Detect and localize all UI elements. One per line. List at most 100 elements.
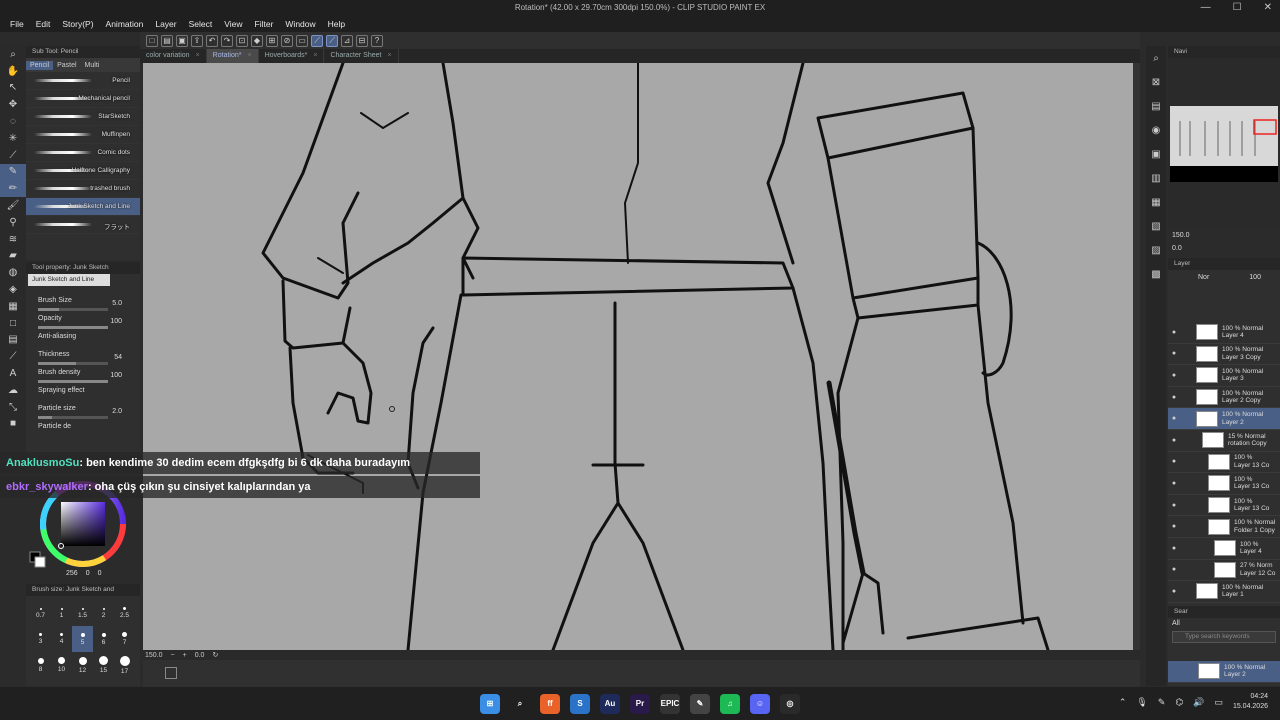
storage-icon[interactable]: S	[570, 693, 590, 714]
brush-size-preset[interactable]: 6	[93, 626, 114, 652]
clear-icon[interactable]: ⊘	[281, 34, 293, 47]
angle-readout[interactable]: 0.0	[195, 652, 205, 659]
new-icon[interactable]: □	[146, 34, 158, 47]
property-row[interactable]: Particle de	[26, 422, 140, 440]
figure-icon[interactable]: □	[0, 315, 26, 332]
menu-edit[interactable]: Edit	[36, 19, 51, 29]
property-value[interactable]: 54	[114, 354, 122, 361]
premiere-icon[interactable]: Pr	[630, 693, 650, 714]
clip-studio-icon[interactable]: ✎	[690, 693, 710, 714]
eye-icon[interactable]: ●	[1168, 437, 1180, 444]
eye-icon[interactable]: ●	[1168, 480, 1180, 487]
property-slider[interactable]	[38, 326, 108, 329]
undo-icon[interactable]: ↶	[206, 34, 218, 47]
property-row[interactable]: Thickness 54	[26, 350, 140, 368]
close-icon[interactable]: ×	[313, 52, 317, 59]
battery-icon[interactable]: ▭	[1214, 697, 1223, 708]
menu-help[interactable]: Help	[328, 19, 345, 29]
save-icon[interactable]: ▣	[176, 34, 188, 47]
eye-icon[interactable]: ●	[1168, 394, 1180, 401]
eye-icon[interactable]: ●	[1168, 502, 1180, 509]
brush-item[interactable]: Halftone Calligraphy	[26, 162, 140, 180]
help-icon[interactable]: ?	[371, 34, 383, 47]
menu-filter[interactable]: Filter	[255, 19, 274, 29]
layer-row[interactable]: ● 100 % Layer 13 Co	[1168, 473, 1280, 495]
item-bank-icon[interactable]: ▧	[1146, 214, 1166, 238]
property-value[interactable]: 5.0	[112, 300, 122, 307]
eye-icon[interactable]: ●	[1168, 350, 1180, 357]
brush-size-preset[interactable]: 7	[114, 626, 135, 652]
obs-icon[interactable]: ◎	[780, 693, 800, 714]
layer-row[interactable]: ● 100 % Normal Layer 3 Copy	[1168, 344, 1280, 366]
brush-size-preset[interactable]: 15	[93, 652, 114, 678]
blend-icon[interactable]: ◍	[0, 264, 26, 281]
layer-row[interactable]: ● 15 % Normal rotation Copy	[1168, 430, 1280, 452]
property-slider[interactable]	[38, 362, 108, 365]
brush-item[interactable]: StarSketch	[26, 108, 140, 126]
drawing-canvas[interactable]	[143, 63, 1133, 650]
fill-tool-icon[interactable]: ◈	[0, 281, 26, 298]
brush-size-preset[interactable]: 12	[72, 652, 93, 678]
layer-row[interactable]: ● 100 % Normal Layer 1	[1168, 581, 1280, 603]
eye-icon[interactable]: ●	[1168, 458, 1180, 465]
menu-storyp[interactable]: Story(P)	[62, 19, 93, 29]
ruler-icon[interactable]: ⟋	[0, 348, 26, 365]
navigator-thumbnail[interactable]	[1170, 106, 1278, 166]
search-icon[interactable]: ⌕	[510, 693, 530, 714]
auto-action-icon[interactable]: ▦	[1146, 190, 1166, 214]
menu-layer[interactable]: Layer	[155, 19, 176, 29]
layer-row[interactable]: ● 100 % Layer 4	[1168, 538, 1280, 560]
pencil-icon[interactable]: ✏	[0, 180, 26, 198]
blend-mode-select[interactable]: Nor	[1198, 274, 1209, 281]
property-row[interactable]: Brush Size 5.0	[26, 296, 140, 314]
property-value[interactable]: 100	[110, 318, 122, 325]
decoration-icon[interactable]: ≋	[0, 231, 26, 248]
balloon-icon[interactable]: ☁	[0, 382, 26, 399]
windows-start-icon[interactable]: ⊞	[480, 693, 500, 714]
brush-item[interactable]: Comic dots	[26, 144, 140, 162]
timeline-toggle-icon[interactable]	[165, 667, 177, 679]
brush-item[interactable]: trashed brush	[26, 180, 140, 198]
correct-line-icon[interactable]: ⤡	[0, 399, 26, 416]
eye-icon[interactable]: ●	[1168, 523, 1180, 530]
operation-icon[interactable]: ↖	[0, 80, 26, 97]
brush-size-preset[interactable]: 0.7	[30, 600, 51, 626]
tab-multi[interactable]: Multi	[81, 61, 104, 70]
brush-size-preset[interactable]: 10	[51, 652, 72, 678]
snap-grid-icon[interactable]: ⊿	[341, 34, 353, 47]
navigator-icon[interactable]: ⌕	[1146, 46, 1166, 70]
close-icon[interactable]: ×	[387, 52, 391, 59]
brush-item[interactable]: Pencil	[26, 72, 140, 90]
property-row[interactable]: Brush density 100	[26, 368, 140, 386]
network-icon[interactable]: ⌬	[1175, 697, 1183, 708]
brush-item[interactable]: Muffinpen	[26, 126, 140, 144]
close-icon[interactable]: ×	[247, 52, 251, 59]
brush-size-preset[interactable]: 4	[51, 626, 72, 652]
eye-icon[interactable]: ●	[1168, 329, 1180, 336]
snap-ruler-icon[interactable]: ⟋	[311, 34, 323, 47]
property-slider[interactable]	[38, 308, 108, 311]
zoom-in-icon[interactable]: +	[183, 652, 187, 659]
brush-size-preset[interactable]: 1.5	[72, 600, 93, 626]
export-icon[interactable]: ⇪	[191, 34, 203, 47]
magic-wand-icon[interactable]: ✳	[0, 130, 26, 147]
property-row[interactable]: Opacity 100	[26, 314, 140, 332]
menu-select[interactable]: Select	[189, 19, 213, 29]
zoom-out-icon[interactable]: −	[171, 652, 175, 659]
gradient-icon[interactable]: ▦	[0, 298, 26, 315]
menu-window[interactable]: Window	[285, 19, 315, 29]
epic-games-icon[interactable]: EPIC	[660, 693, 680, 714]
fill-icon[interactable]: ◆	[251, 34, 263, 47]
eye-icon[interactable]: ●	[1168, 372, 1180, 379]
history-icon[interactable]: ▥	[1146, 166, 1166, 190]
brush-size-preset[interactable]: 1	[51, 600, 72, 626]
eye-icon[interactable]: ●	[1168, 415, 1180, 422]
navigator-angle[interactable]: 0.0	[1172, 245, 1182, 252]
brush-size-preset[interactable]: 5	[72, 626, 93, 652]
property-row[interactable]: Anti-aliasing	[26, 332, 140, 350]
eyedropper-icon[interactable]: ⟋	[0, 147, 26, 164]
eye-icon[interactable]: ●	[1168, 588, 1180, 595]
audition-icon[interactable]: Au	[600, 693, 620, 714]
tab-rotation-[interactable]: Rotation* ×	[206, 49, 259, 63]
transform-icon[interactable]: ⊞	[266, 34, 278, 47]
